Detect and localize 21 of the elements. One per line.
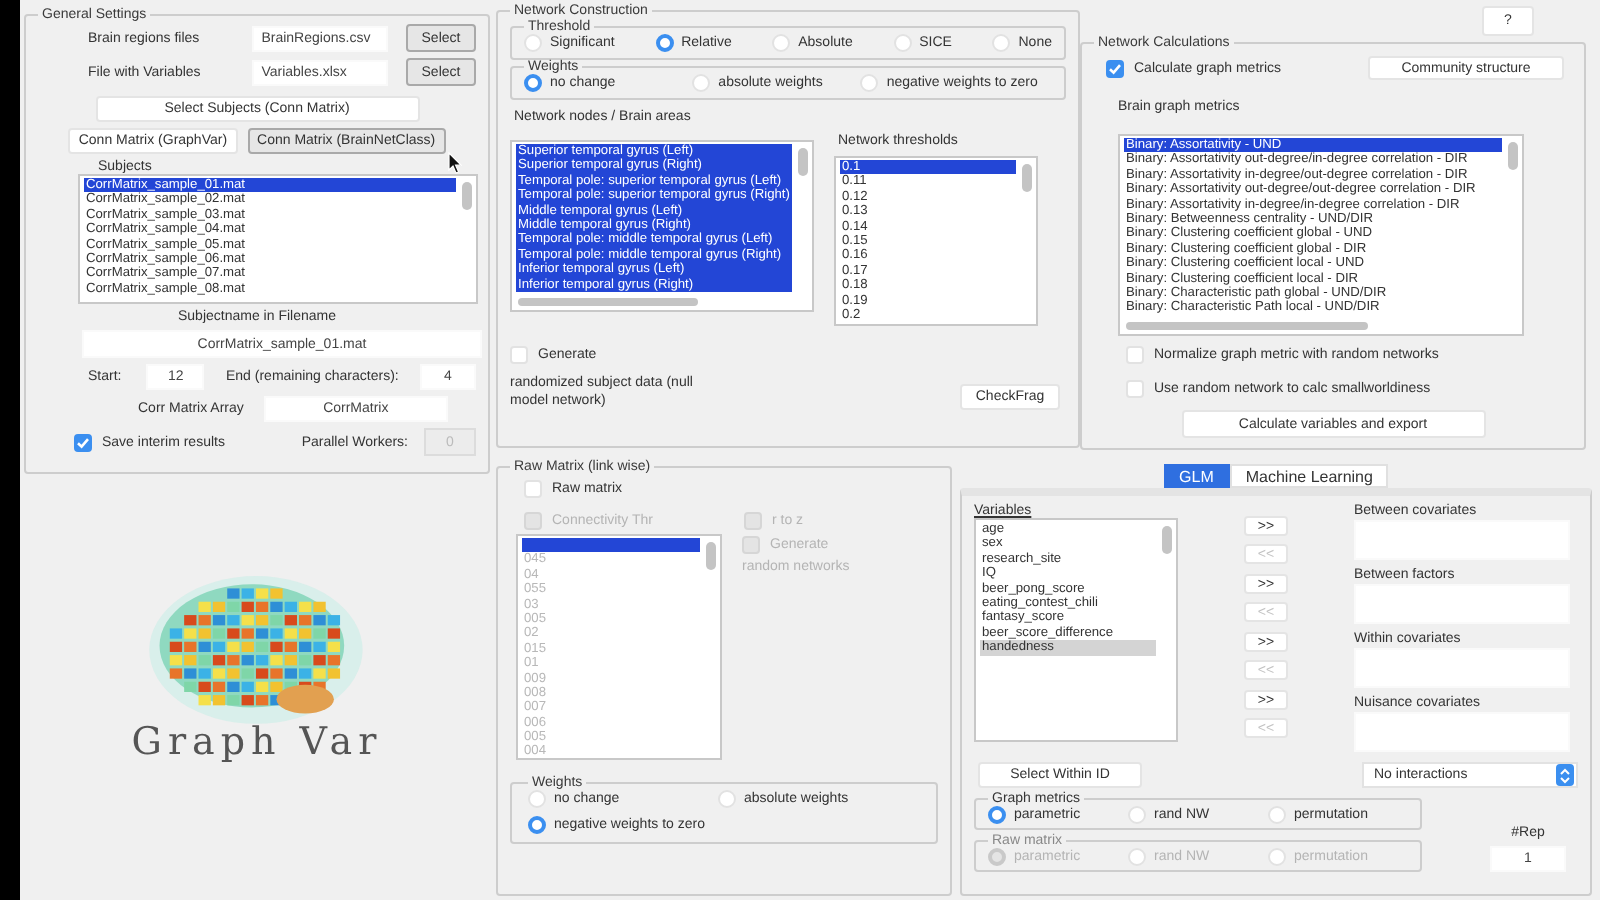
scrollbar-thumb[interactable] bbox=[706, 542, 716, 570]
checkbox[interactable] bbox=[1106, 59, 1124, 77]
scrollbar-thumb[interactable] bbox=[1162, 526, 1172, 554]
list-box[interactable] bbox=[510, 140, 814, 312]
radio-button[interactable] bbox=[528, 816, 546, 834]
tab[interactable]: GLM bbox=[1163, 464, 1230, 488]
scrollbar-thumb[interactable] bbox=[1126, 322, 1368, 330]
mouse-cursor-icon bbox=[448, 152, 462, 174]
checkbox[interactable] bbox=[74, 433, 92, 451]
radio-button[interactable] bbox=[524, 74, 542, 92]
tab[interactable]: Machine Learning bbox=[1229, 464, 1389, 488]
scrollbar-thumb[interactable] bbox=[1022, 164, 1032, 192]
scrollbar-thumb[interactable] bbox=[518, 298, 698, 306]
scrollbar-thumb[interactable] bbox=[798, 148, 808, 176]
list-box[interactable] bbox=[1118, 134, 1524, 336]
logo-text: Graph Var bbox=[131, 719, 383, 763]
radio-button[interactable] bbox=[655, 34, 674, 52]
scrollbar-thumb[interactable] bbox=[462, 182, 472, 210]
stepper-icon bbox=[1556, 764, 1574, 786]
scrollbar-thumb[interactable] bbox=[1508, 142, 1518, 170]
radio-button[interactable] bbox=[988, 806, 1006, 824]
